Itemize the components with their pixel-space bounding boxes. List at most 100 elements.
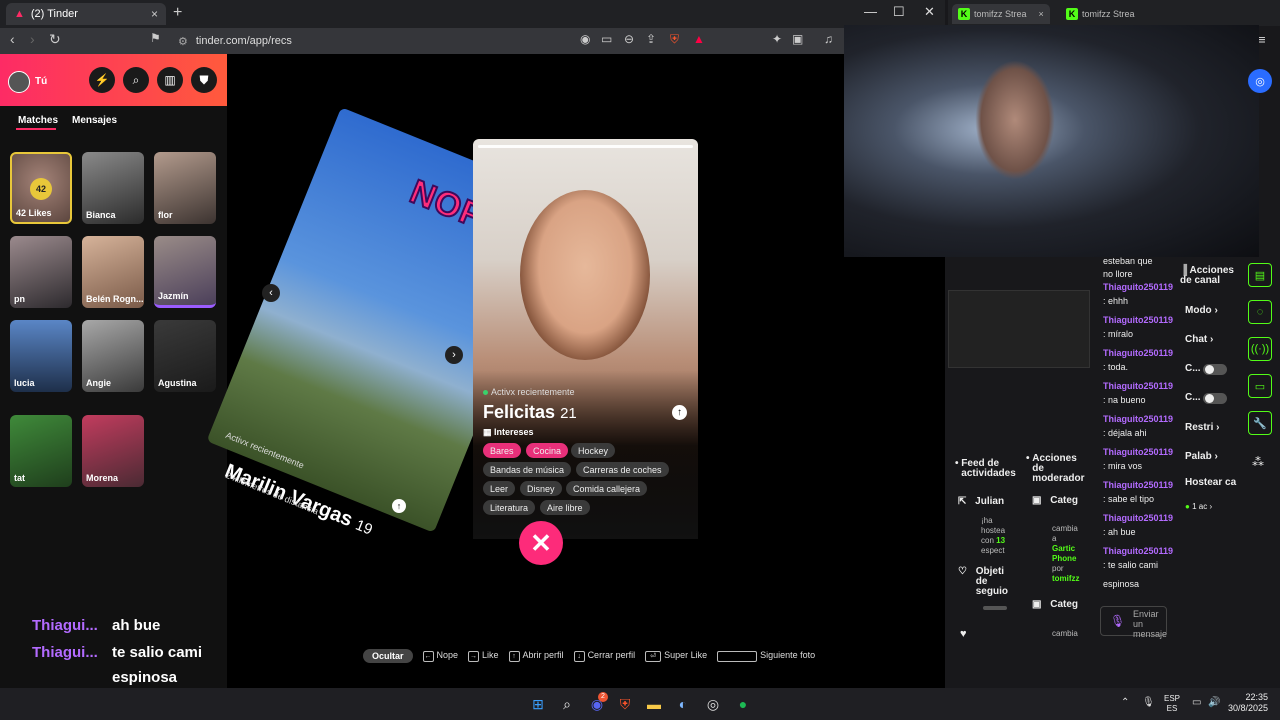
tab-close-icon[interactable]: × (151, 7, 158, 21)
chat-username[interactable]: Thiaguito250119 (1103, 480, 1173, 490)
next-photo-icon[interactable]: › (445, 346, 463, 364)
sidebar-toggle-icon[interactable]: ▣ (792, 32, 803, 46)
match-card[interactable]: Jazmín (154, 236, 216, 308)
chat-username[interactable]: Thiaguito250119 (1103, 546, 1173, 556)
prev-photo-icon[interactable]: ‹ (262, 284, 280, 302)
online-dot-icon (483, 389, 488, 395)
search-icon: ⌕ (132, 72, 140, 87)
broadcast-icon[interactable]: ((·)) (1248, 337, 1272, 361)
app-icon[interactable]: ◎ (703, 694, 723, 714)
window-minimize-button[interactable]: — (864, 4, 877, 19)
more-icon[interactable]: ⁂ (1252, 455, 1264, 469)
steam-icon[interactable]: ◐ (673, 694, 693, 714)
avatar[interactable] (8, 71, 30, 93)
channel-item-modo[interactable]: Modo › (1185, 305, 1218, 316)
stream-tab[interactable]: K tomifzz Strea × (952, 4, 1050, 24)
media-icon[interactable]: ♫ (824, 32, 833, 46)
back-icon[interactable]: ‹ (10, 31, 15, 47)
chevron-up-icon[interactable]: ⌃ (1121, 697, 1129, 708)
user-label[interactable]: Tú (35, 76, 47, 87)
reload-icon[interactable]: ↻ (49, 31, 61, 48)
chat-username[interactable]: Thiaguito250119 (1103, 447, 1173, 457)
notes-icon[interactable]: ▤ (1248, 263, 1272, 287)
mic-icon[interactable]: 🎙 (1110, 614, 1125, 628)
profile-icon[interactable]: ◎ (1248, 69, 1272, 93)
channel-item-hostear[interactable]: Hostear ca (1185, 477, 1236, 488)
channel-item-restri[interactable]: Restri › (1185, 422, 1219, 433)
match-card[interactable]: Morena (82, 415, 144, 487)
cast-icon[interactable]: ▭ (601, 32, 612, 46)
green-dot-icon: ● (1185, 502, 1190, 511)
brave-shield-icon[interactable]: ⛨ (670, 32, 679, 47)
hide-hints-button[interactable]: Ocultar (363, 649, 413, 663)
stream-tab[interactable]: K tomifzz Strea (1060, 4, 1141, 24)
channel-item-chat[interactable]: Chat › (1185, 334, 1213, 345)
wrench-icon[interactable]: 🔧 (1248, 411, 1272, 435)
match-card[interactable]: lucia (10, 320, 72, 392)
match-card[interactable]: Belén Rogn... (82, 236, 144, 308)
chat-username[interactable]: Thiaguito250119 (1103, 348, 1173, 358)
browser-tab-tinder[interactable]: ▲ (2) Tinder × (6, 3, 166, 25)
search-icon[interactable]: ⌕ (557, 694, 577, 714)
match-card[interactable]: Angie (82, 320, 144, 392)
kick-icon: K (958, 8, 970, 20)
url-input[interactable]: ⚙ tinder.com/app/recs (172, 31, 672, 51)
extensions-icon[interactable]: ✦ (772, 32, 782, 46)
chat-username[interactable]: Thiaguito250119 (1103, 414, 1173, 424)
channel-toggle[interactable] (1203, 364, 1227, 375)
zoom-icon[interactable]: ⊖ (624, 32, 634, 46)
match-card[interactable]: tat (10, 415, 72, 487)
layout-icon[interactable]: ▭ (1248, 374, 1272, 398)
channel-item-active[interactable]: ● 1 ac › (1185, 502, 1212, 511)
tab-matches[interactable]: Matches (18, 115, 58, 126)
nope-button[interactable]: ✕ (519, 521, 563, 565)
bullet-icon: • (1026, 453, 1030, 464)
mod-item-label: Categ (1050, 495, 1079, 506)
match-card[interactable]: pn (10, 236, 72, 308)
arrow-up-icon: ↑ (508, 650, 520, 662)
interests-heading: ▦ Intereses (483, 427, 534, 438)
channel-item-palab[interactable]: Palab › (1185, 451, 1218, 462)
match-card[interactable]: Bianca (82, 152, 144, 224)
open-profile-icon[interactable]: ↑ (672, 405, 687, 420)
keyboard-hints: Ocultar ← Nope → Like ↑ Abrir perfil ↓ Cerra… (363, 648, 815, 664)
tab-close-icon[interactable]: × (1039, 9, 1044, 19)
mod-title: • Acciones de moderador (1026, 454, 1090, 484)
windows-start-icon[interactable]: ⊞ (528, 694, 548, 714)
match-card[interactable]: Agustina (154, 320, 216, 392)
active-tab-indicator (16, 128, 56, 130)
chat-bubble-icon[interactable]: ◌ (1248, 300, 1272, 324)
window-close-button[interactable]: ✕ (924, 4, 935, 20)
match-card[interactable]: flor (154, 152, 216, 224)
share-icon[interactable]: ⇪ (646, 32, 656, 46)
channel-toggle[interactable] (1203, 393, 1227, 404)
previous-profile-info-icon[interactable]: ↑ (392, 499, 406, 513)
chat-username[interactable]: Thiaguito250119 (1103, 513, 1173, 523)
safety-button[interactable]: ⛊ (191, 67, 217, 93)
boost-button[interactable]: ⚡ (89, 67, 115, 93)
chat-username[interactable]: Thiaguito250119 (1103, 315, 1173, 325)
folder-icon[interactable]: ▬ (644, 694, 664, 714)
explore-button[interactable]: ⌕ (123, 67, 149, 93)
spotify-icon[interactable]: ● (733, 694, 753, 714)
mic-tray-icon[interactable]: 🎙 (1142, 697, 1155, 708)
stream-preview[interactable] (948, 290, 1090, 368)
window-maximize-button[interactable]: ☐ (893, 4, 905, 20)
new-tab-button[interactable]: + (173, 4, 182, 22)
menu-icon[interactable]: ≡ (1258, 32, 1266, 47)
location-icon[interactable]: ◉ (580, 32, 590, 46)
chat-username[interactable]: Thiaguito250119 (1103, 381, 1173, 391)
language-indicator[interactable]: ESP ES (1164, 694, 1180, 714)
bookmark-icon[interactable]: ⚑ (150, 31, 161, 45)
mod-item: ▣ Categ (1032, 496, 1078, 506)
site-info-icon[interactable]: ⚙ (178, 35, 188, 48)
clock[interactable]: 22:35 30/8/2025 (1228, 692, 1268, 714)
network-icon[interactable]: ▭ (1192, 697, 1201, 708)
brave-rewards-icon[interactable]: ▲ (693, 32, 705, 46)
volume-icon[interactable]: 🔊 (1208, 697, 1220, 708)
forward-icon[interactable]: › (30, 31, 35, 47)
brave-icon[interactable]: ⛨ (615, 694, 635, 714)
chat-username[interactable]: Thiaguito250119 (1103, 282, 1173, 292)
briefcase-button[interactable]: ▥ (157, 67, 183, 93)
tab-mensajes[interactable]: Mensajes (72, 115, 117, 126)
